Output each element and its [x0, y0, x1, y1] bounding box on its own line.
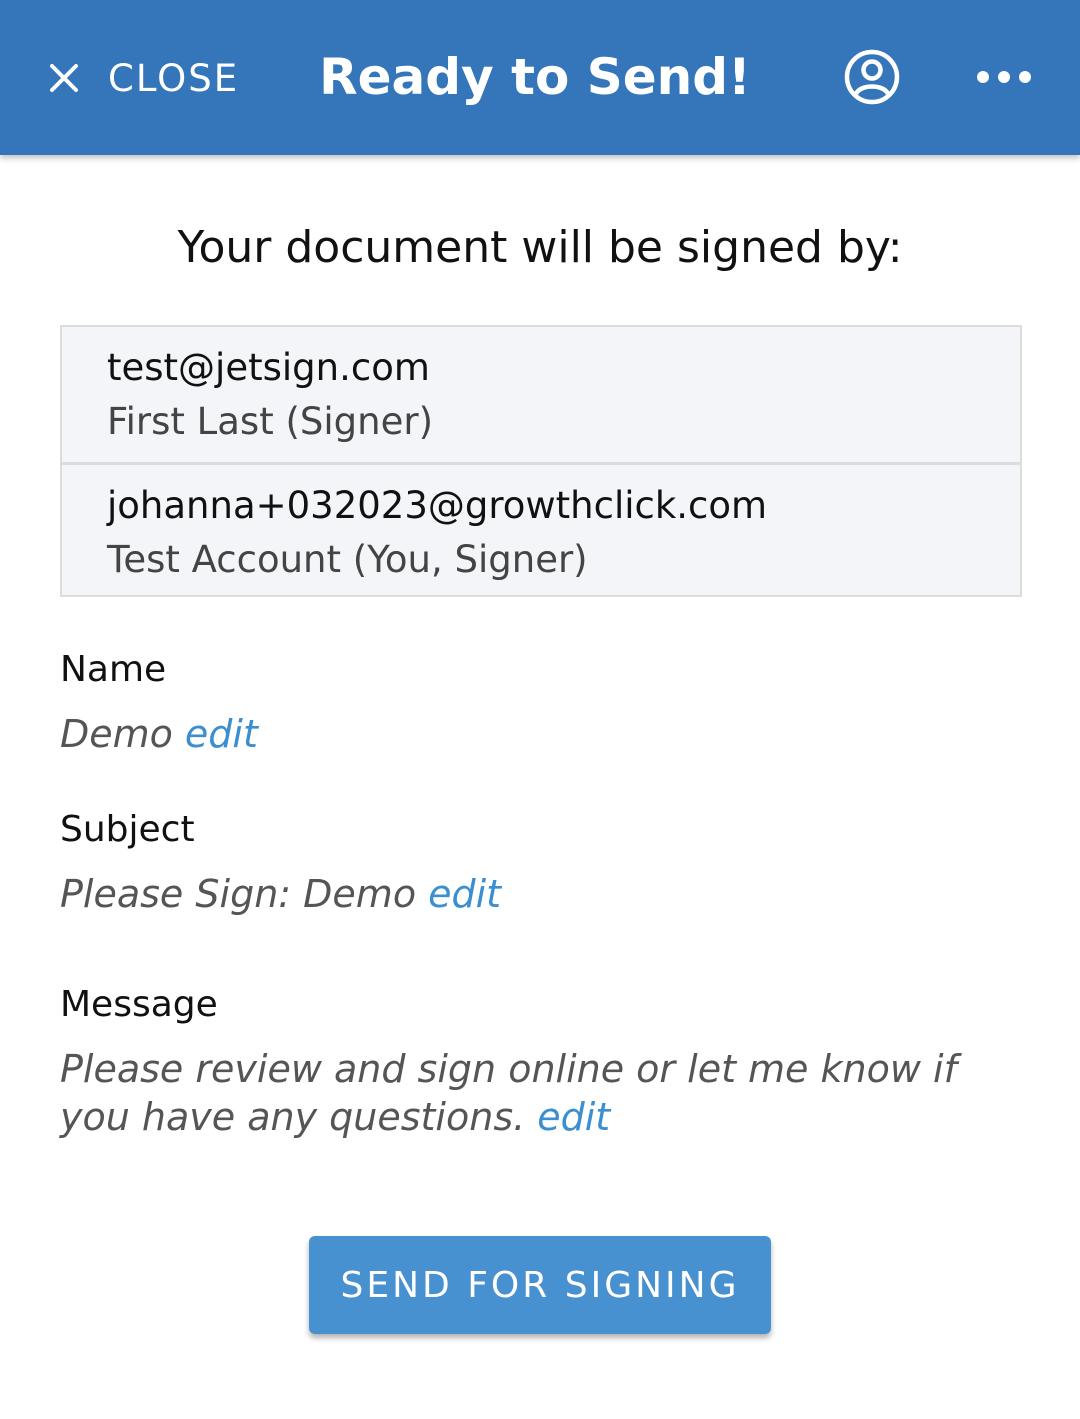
more-icon[interactable]	[974, 62, 1034, 92]
signer-item: test@jetsign.com First Last (Signer)	[62, 327, 1020, 462]
subject-value: Please Sign: Demo	[60, 872, 417, 916]
signer-item: johanna+032023@growthclick.com Test Acco…	[62, 462, 1020, 597]
subject-value-row: Please Sign: Demo edit	[60, 870, 1020, 918]
send-for-signing-button[interactable]: SEND FOR SIGNING	[309, 1236, 771, 1334]
signer-email: johanna+032023@growthclick.com	[107, 484, 768, 527]
app-header: CLOSE Ready to Send!	[0, 0, 1080, 155]
signer-name: First Last (Signer)	[107, 400, 434, 443]
message-label: Message	[60, 984, 218, 1025]
name-label: Name	[60, 649, 167, 690]
name-field: Name Demo edit	[60, 648, 1020, 758]
signer-list: test@jetsign.com First Last (Signer) joh…	[60, 325, 1022, 597]
subject-field: Subject Please Sign: Demo edit	[60, 808, 1020, 918]
message-value: Please review and sign online or let me …	[60, 1047, 957, 1139]
signers-heading: Your document will be signed by:	[177, 222, 903, 273]
name-value: Demo	[60, 712, 173, 756]
signer-name: Test Account (You, Signer)	[107, 538, 588, 581]
account-icon[interactable]	[843, 48, 901, 106]
name-value-row: Demo edit	[60, 710, 1020, 758]
message-value-row: Please review and sign online or let me …	[60, 1045, 1020, 1141]
signer-email: test@jetsign.com	[107, 346, 430, 389]
message-field: Message Please review and sign online or…	[60, 983, 1020, 1141]
edit-name-link[interactable]: edit	[185, 712, 258, 756]
close-label: CLOSE	[108, 56, 240, 100]
close-icon	[50, 64, 78, 92]
close-button[interactable]: CLOSE	[46, 50, 239, 106]
edit-subject-link[interactable]: edit	[428, 872, 501, 916]
page-title: Ready to Send!	[319, 48, 751, 106]
edit-message-link[interactable]: edit	[537, 1095, 610, 1139]
subject-label: Subject	[60, 809, 195, 850]
